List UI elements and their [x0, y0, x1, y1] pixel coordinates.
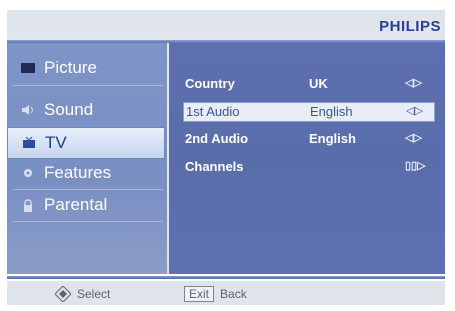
sidebar-item-tv[interactable]: TV — [7, 127, 165, 159]
settings-panel: Country UK ◁▷ 1st Audio English ◁▷ 2nd A… — [169, 43, 445, 274]
speaker-icon — [21, 104, 35, 116]
sidebar-item-picture[interactable]: Picture — [7, 53, 165, 83]
left-right-arrows-icon: ◁▷ — [406, 105, 423, 117]
gear-icon — [21, 167, 35, 179]
setting-row-country[interactable]: Country UK ◁▷ — [183, 75, 433, 93]
exit-hint: Exit Back — [184, 286, 247, 302]
sidebar-item-parental[interactable]: Parental — [7, 190, 165, 220]
select-hint: Select — [55, 286, 110, 302]
setting-value: English — [309, 131, 356, 146]
tv-icon — [22, 137, 36, 149]
sidebar-item-sound[interactable]: Sound — [7, 95, 165, 125]
select-label: Select — [77, 287, 111, 301]
exit-key: Exit — [184, 286, 215, 302]
setting-row-2nd-audio[interactable]: 2nd Audio English ◁▷ — [183, 130, 433, 148]
picture-icon — [21, 62, 35, 74]
left-right-arrows-icon: ◁▷ — [405, 77, 422, 89]
setting-label: 1st Audio — [186, 104, 240, 119]
setting-row-1st-audio[interactable]: 1st Audio English ◁▷ — [183, 102, 435, 122]
setting-row-channels[interactable]: Channels ▯▯▷ — [183, 158, 433, 176]
sidebar-item-label: Picture — [44, 58, 97, 77]
sidebar-item-label: Parental — [44, 195, 108, 214]
submenu-arrow-icon: ▯▯▷ — [405, 160, 426, 172]
sidebar-item-label: Features — [44, 163, 112, 182]
bottom-divider — [7, 276, 445, 279]
menu-sidebar: Picture Sound TV Features Parental — [7, 43, 167, 274]
navigation-cross-icon — [55, 286, 71, 302]
tv-menu-screen: PHILIPS Picture Sound TV Features Parent… — [7, 10, 445, 274]
setting-label: 2nd Audio — [185, 131, 249, 146]
lock-icon — [21, 198, 35, 212]
sidebar-item-label: Sound — [44, 100, 94, 119]
sidebar-item-features[interactable]: Features — [7, 158, 165, 188]
sidebar-item-label: TV — [45, 133, 67, 152]
setting-value: English — [310, 104, 353, 119]
setting-label: Channels — [185, 159, 244, 174]
footer-hints: Select Exit Back — [7, 281, 445, 305]
setting-label: Country — [185, 76, 235, 91]
back-label: Back — [220, 287, 247, 301]
sidebar-separator — [13, 85, 163, 86]
sidebar-separator — [13, 221, 163, 222]
brand-logo: PHILIPS — [379, 18, 441, 35]
setting-value: UK — [309, 76, 328, 91]
left-right-arrows-icon: ◁▷ — [405, 132, 422, 144]
